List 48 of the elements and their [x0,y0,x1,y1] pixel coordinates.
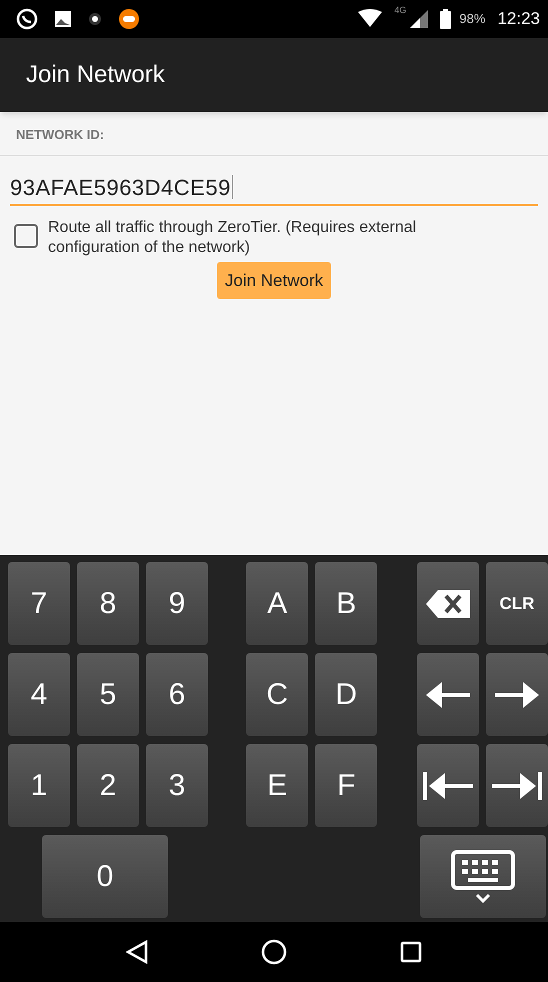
clock: 12:23 [497,8,540,30]
key[interactable]: 2 [77,744,139,827]
key[interactable]: 6 [146,653,208,736]
back-icon[interactable] [126,940,148,964]
key[interactable]: 0 [42,835,168,918]
key[interactable]: C [246,653,308,736]
key[interactable]: D [315,653,378,736]
key[interactable]: 3 [146,744,208,827]
key[interactable]: E [246,744,308,827]
key[interactable]: 1 [8,744,70,827]
app-bar-title: Join Network [26,60,165,90]
field-label: NETWORK ID: [16,126,104,144]
key[interactable]: B [315,562,378,645]
checkbox-label: Route all traffic through ZeroTier. (Requires external configuration of the network) [48,218,418,258]
hide-key[interactable] [420,835,546,918]
keyboard-hide-icon [450,848,516,904]
key[interactable]: 7 [8,562,70,645]
key[interactable]: 4 [8,653,70,736]
key[interactable]: 8 [77,562,139,645]
image-icon [54,10,72,28]
key[interactable]: A [246,562,308,645]
join-network-button[interactable]: Join Network [216,262,332,299]
left-key[interactable] [417,653,479,736]
recent-apps-icon[interactable] [400,941,422,963]
arrow-to-end-icon [492,772,542,800]
home-key[interactable] [417,744,479,827]
wifi-icon [358,9,382,29]
end-key[interactable] [486,744,548,827]
network-id-field[interactable]: 93AFAE5963D4CE59 [10,170,538,206]
signal-icon [410,10,428,28]
clear-key[interactable]: CLR [486,562,548,645]
chat-app-icon [16,8,38,30]
key[interactable]: 9 [146,562,208,645]
app-notification-icon [118,8,140,30]
backspace-key[interactable] [417,562,479,645]
home-icon[interactable] [260,939,287,965]
battery-percent: 98% [459,10,486,28]
right-key[interactable] [486,653,548,736]
dot-icon [88,12,102,26]
arrow-left-icon [426,682,470,708]
backspace-icon [426,590,470,618]
network-type: 4G [394,4,406,17]
arrow-right-icon [495,682,539,708]
key[interactable]: F [315,744,378,827]
key[interactable]: 5 [77,653,139,736]
battery-icon [440,9,452,29]
checkbox[interactable] [14,224,38,248]
arrow-to-start-icon [423,772,473,800]
